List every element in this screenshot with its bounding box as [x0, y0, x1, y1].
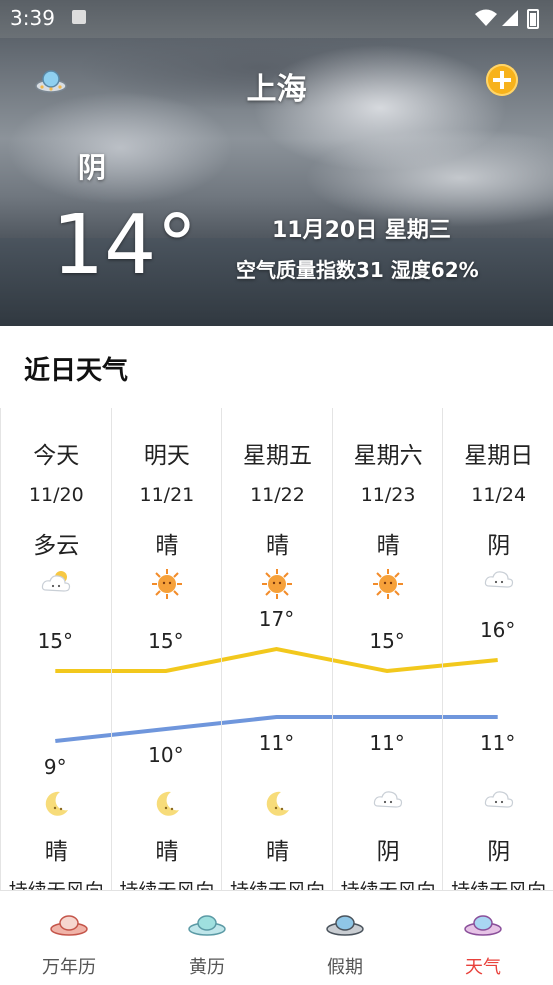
forecast-day-label: 今天: [33, 443, 80, 469]
low-temp-label: 11°: [258, 731, 295, 755]
cloud-icon: [483, 788, 515, 816]
forecast-day-weather: 阴: [487, 533, 511, 559]
forecast-date: 11/20: [28, 484, 84, 506]
forecast-date: 11/24: [471, 484, 527, 506]
high-temp-label: 16°: [479, 618, 516, 642]
status-time: 3:39: [10, 6, 55, 30]
air-quality-humidity: 空气质量指数31 湿度62%: [236, 258, 479, 282]
ufo-red-icon: [50, 915, 88, 936]
status-bar: 3:39: [0, 0, 553, 38]
forecast-day-label: 星期日: [464, 443, 534, 469]
bottom-tab-bar: 万年历 黄历 假期 天气: [0, 890, 553, 985]
tab-holiday[interactable]: 假期: [276, 891, 414, 985]
tab-label: 天气: [465, 957, 501, 978]
tab-label: 假期: [327, 957, 363, 978]
forecast-wind: 持续无风向: [333, 876, 444, 890]
tab-almanac[interactable]: 黄历: [138, 891, 276, 985]
section-title: 近日天气: [24, 356, 129, 386]
forecast-wind: 持续无风向: [443, 876, 553, 890]
sun-icon: [261, 568, 293, 604]
low-temp-label: 11°: [369, 731, 405, 755]
forecast-day-column[interactable]: 星期日11/24阴阴持续无风向: [442, 408, 553, 890]
ufo-teal-icon: [188, 915, 226, 936]
battery-icon: [527, 9, 539, 29]
forecast-wind: 持续无风向: [222, 876, 333, 890]
forecast-night-weather: 阴: [487, 839, 511, 865]
cloud-icon: [483, 568, 515, 596]
forecast-day-label: 明天: [143, 443, 190, 469]
sun-icon: [372, 568, 404, 604]
weather-hero: 上海 阴 14° 11月20日 星期三 空气质量指数31 湿度62%: [0, 38, 553, 326]
add-city-button[interactable]: [486, 64, 518, 96]
forecast-night-weather: 阴: [376, 839, 400, 865]
forecast-grid[interactable]: 今天11/20多云晴持续无风向明天11/21晴晴持续无风向星期五11/22晴晴持…: [0, 408, 553, 890]
forecast-day-label: 星期五: [242, 443, 312, 469]
forecast-day-column[interactable]: 星期五11/22晴晴持续无风向: [221, 408, 333, 890]
cloud-icon: [372, 788, 404, 816]
moon-icon: [40, 788, 72, 824]
city-name[interactable]: 上海: [0, 64, 553, 108]
forecast-night-weather: 晴: [155, 839, 179, 865]
current-temperature: 14°: [52, 198, 198, 293]
moon-icon: [261, 788, 293, 824]
current-condition: 阴: [78, 151, 107, 184]
forecast-night-weather: 晴: [44, 839, 68, 865]
low-temp-label: 11°: [479, 731, 516, 755]
low-temp-label: 9°: [43, 755, 67, 779]
forecast-night-weather: 晴: [265, 839, 289, 865]
forecast-date: 11/23: [360, 484, 416, 506]
low-temp-label: 10°: [148, 743, 184, 767]
ufo-active-icon: [464, 915, 502, 936]
sun-icon: [151, 568, 183, 604]
moon-icon: [151, 788, 183, 824]
ufo-gray-icon: [326, 915, 364, 936]
forecast-day-weather: 晴: [376, 533, 400, 559]
high-temp-label: 15°: [37, 629, 74, 653]
tab-label: 黄历: [189, 957, 225, 978]
tab-label: 万年历: [42, 957, 96, 978]
signal-icon: [502, 10, 518, 26]
forecast-date: 11/21: [139, 484, 195, 506]
forecast-day-label: 星期六: [353, 443, 423, 469]
wifi-icon: [475, 9, 497, 26]
forecast-day-weather: 晴: [155, 533, 179, 559]
partly-cloudy-icon: [40, 568, 72, 600]
forecast-day-weather: 晴: [265, 533, 289, 559]
forecast-day-weather: 多云: [33, 533, 80, 559]
high-temp-label: 15°: [369, 629, 405, 653]
notification-icon: [72, 10, 86, 24]
tab-weather[interactable]: 天气: [414, 891, 552, 985]
current-date: 11月20日 星期三: [272, 218, 451, 243]
high-temp-label: 15°: [148, 629, 184, 653]
tab-calendar[interactable]: 万年历: [0, 891, 138, 985]
forecast-wind: 持续无风向: [1, 876, 112, 890]
forecast-wind: 持续无风向: [112, 876, 223, 890]
forecast-date: 11/22: [250, 484, 305, 506]
high-temp-label: 17°: [258, 607, 295, 631]
